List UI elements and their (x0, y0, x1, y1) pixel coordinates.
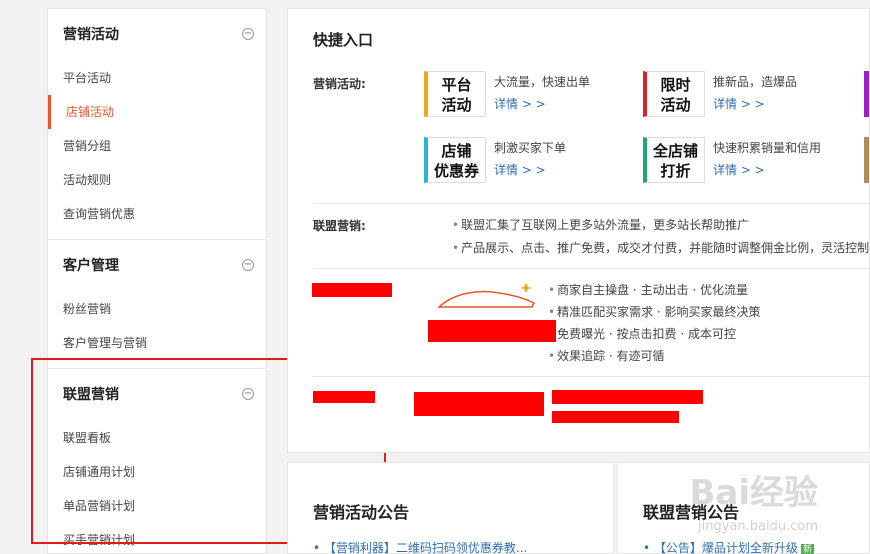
announcement-link[interactable]: • 【营销利器】二维码扫码领优惠券教... (313, 539, 527, 554)
tile-cut-off[interactable] (864, 71, 869, 117)
quick-entry-limited[interactable]: 限时 活动 推新品，造爆品 详情 > > (643, 71, 863, 121)
divider (313, 376, 869, 377)
alliance-label: 联盟营销: (313, 219, 366, 233)
sidebar-item-activity-rules[interactable]: 活动规则 (48, 163, 266, 197)
watermark: Bai经验 (689, 473, 818, 513)
sidebar-group-title[interactable]: 客户管理 − (48, 240, 266, 292)
group-title-text: 客户管理 (63, 258, 119, 274)
details-link[interactable]: 详情 > > (494, 161, 546, 178)
promo-point: 免费曝光 · 按点击扣费 · 成本可控 (548, 325, 736, 342)
announcement-text[interactable]: 二维码扫码领优惠券教... (396, 541, 527, 554)
collapse-icon[interactable]: − (242, 259, 254, 271)
bullet-icon: • (313, 541, 324, 554)
details-link[interactable]: 详情 > > (713, 95, 765, 112)
promo-point: 精准匹配买家需求 · 影响买家最终决策 (548, 303, 760, 320)
car-illustration-icon (437, 283, 536, 308)
marketing-label: 营销活动: (313, 77, 366, 91)
tile-platform-activity[interactable]: 平台 活动 (424, 71, 486, 117)
alliance-point: 联盟汇集了互联网上更多站外流量，更多站长帮助推广 (452, 216, 749, 233)
sidebar-item-shop-activity[interactable]: 店铺活动 (48, 95, 266, 129)
sidebar-item-customer-management[interactable]: 客户管理与营销 (48, 326, 266, 360)
sidebar-item-platform-activity[interactable]: 平台活动 (48, 61, 266, 95)
announcement-tag[interactable]: 【营销利器】 (324, 541, 396, 554)
redaction-block (552, 390, 703, 404)
divider (313, 268, 869, 269)
tile-store-discount[interactable]: 全店铺 打折 (643, 137, 705, 183)
sidebar-group-customers: 客户管理 − 粉丝营销 客户管理与营销 (48, 240, 266, 369)
sidebar-group-title[interactable]: 营销活动 − (48, 9, 266, 61)
tile-limited-activity[interactable]: 限时 活动 (643, 71, 705, 117)
quick-entry-platform[interactable]: 平台 活动 大流量，快速出单 详情 > > (424, 71, 644, 121)
page-title: 快捷入口 (313, 31, 374, 49)
quick-entry-panel: 快捷入口 营销活动: 平台 活动 大流量，快速出单 详情 > > 限时 活动 推… (287, 8, 870, 453)
redaction-block (414, 392, 544, 416)
quick-desc: 刺激买家下单 (494, 141, 567, 155)
quick-desc: 大流量，快速出单 (494, 75, 591, 89)
divider (313, 203, 869, 204)
group-title-text: 营销活动 (63, 27, 119, 43)
promo-point: 效果追踪 · 有迹可循 (548, 347, 664, 364)
watermark-url: jingyan.baidu.com (698, 519, 818, 534)
redaction-block (312, 283, 392, 297)
alliance-point: 产品展示、点击、推广免费，成交才付费，并能随时调整佣金比例，灵活控制 (452, 239, 869, 256)
redaction-block (552, 411, 679, 423)
announcement-text[interactable]: 爆品计划全新升级 (702, 541, 798, 554)
new-badge: 新 (800, 544, 814, 554)
tile-shop-coupon[interactable]: 店铺 优惠券 (424, 137, 486, 183)
marketing-announcements: 营销活动公告 • 【营销利器】二维码扫码领优惠券教... (287, 462, 614, 554)
tile-cut-off[interactable] (864, 137, 869, 183)
announcement-tag[interactable]: 【公告】 (654, 541, 702, 554)
redaction-block (313, 391, 375, 403)
collapse-icon[interactable]: − (242, 28, 254, 40)
sidebar-item-query-offers[interactable]: 查询营销优惠 (48, 197, 266, 231)
sidebar-group-marketing: 营销活动 − 平台活动 店铺活动 营销分组 活动规则 查询营销优惠 (48, 9, 266, 240)
bullet-icon: • (643, 541, 654, 554)
sidebar-item-marketing-group[interactable]: 营销分组 (48, 129, 266, 163)
announcement-link[interactable]: • 【公告】爆品计划全新升级新 (643, 539, 814, 554)
redaction-block (428, 320, 556, 342)
details-link[interactable]: 详情 > > (494, 95, 546, 112)
panel-title: 营销活动公告 (313, 503, 410, 522)
promo-point: 商家自主操盘 · 主动出击 · 优化流量 (548, 281, 748, 298)
quick-desc: 快速积累销量和信用 (713, 141, 822, 155)
quick-entry-discount[interactable]: 全店铺 打折 快速积累销量和信用 详情 > > (643, 137, 863, 187)
sidebar-item-fan-marketing[interactable]: 粉丝营销 (48, 292, 266, 326)
quick-entry-coupon[interactable]: 店铺 优惠券 刺激买家下单 详情 > > (424, 137, 644, 187)
details-link[interactable]: 详情 > > (713, 161, 765, 178)
quick-desc: 推新品，造爆品 (713, 75, 798, 89)
